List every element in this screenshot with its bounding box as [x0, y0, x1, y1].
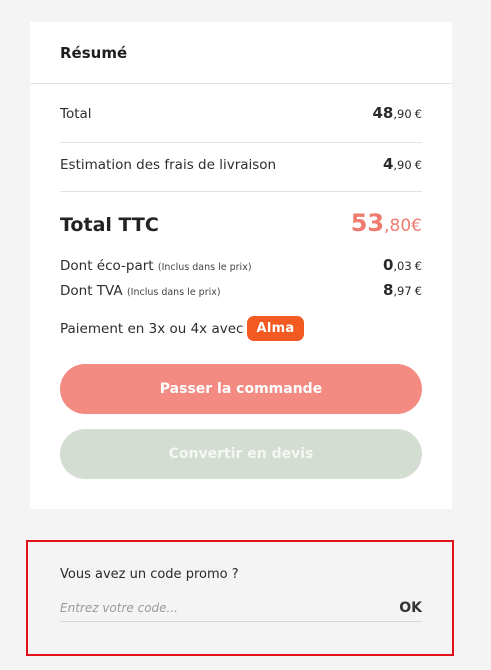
total-ttc-cents: ,80 — [384, 216, 412, 236]
eco-part-cents: ,03 — [393, 259, 412, 273]
total-amount-cents: ,90 — [393, 107, 412, 121]
tva-note: (Inclus dans le prix) — [126, 287, 221, 298]
eco-part-label: Dont éco-part — [60, 258, 154, 274]
tva-cents: ,97 — [393, 284, 412, 298]
shipping-amount: 4,90 € — [383, 155, 422, 173]
promo-code-input[interactable] — [60, 600, 360, 615]
tva-label: Dont TVA — [60, 283, 123, 299]
total-ttc-label: Total TTC — [60, 214, 159, 236]
promo-field: OK — [60, 594, 422, 622]
total-ttc-currency: € — [411, 216, 422, 236]
shipping-row: Estimation des frais de livraison 4,90 € — [60, 155, 422, 173]
eco-part-label-group: Dont éco-part (Inclus dans le prix) — [60, 258, 252, 274]
eco-part-note: (Inclus dans le prix) — [157, 262, 252, 273]
eco-part-row: Dont éco-part (Inclus dans le prix) 0,03… — [60, 256, 422, 274]
total-ttc-row: Total TTC 53,80€ — [60, 209, 422, 237]
eco-part-amount: 0,03 € — [383, 256, 422, 274]
total-label: Total — [60, 106, 92, 122]
summary-header: Résumé — [30, 22, 452, 84]
shipping-amount-int: 4 — [382, 155, 394, 173]
tva-label-group: Dont TVA (Inclus dans le prix) — [60, 283, 221, 299]
promo-ok-button[interactable]: OK — [399, 600, 422, 616]
total-amount: 48,90 € — [373, 104, 423, 122]
total-ttc-int: 53 — [350, 209, 385, 237]
total-ttc-amount: 53,80€ — [351, 209, 422, 237]
shipping-amount-currency: € — [414, 158, 422, 172]
alma-logo[interactable]: Alma — [247, 316, 304, 341]
summary-title: Résumé — [60, 43, 128, 62]
tva-currency: € — [414, 284, 422, 298]
tva-amount: 8,97 € — [383, 281, 422, 299]
tva-row: Dont TVA (Inclus dans le prix) 8,97 € — [60, 281, 422, 299]
convert-to-quote-button[interactable]: Convertir en devis — [60, 429, 422, 479]
payment-installments: Paiement en 3x ou 4x avec Alma — [60, 316, 304, 341]
eco-part-int: 0 — [382, 256, 394, 274]
shipping-amount-cents: ,90 — [393, 158, 412, 172]
summary-card: Résumé Total 48,90 € Estimation des frais… — [30, 22, 452, 509]
divider — [60, 142, 422, 143]
shipping-label: Estimation des frais de livraison — [60, 157, 277, 173]
promo-title: Vous avez un code promo ? — [60, 567, 239, 582]
total-amount-currency: € — [414, 107, 422, 121]
divider — [60, 191, 422, 192]
total-row: Total 48,90 € — [60, 104, 422, 122]
promo-code-section: Vous avez un code promo ? OK — [26, 540, 454, 656]
place-order-button[interactable]: Passer la commande — [60, 364, 422, 414]
payment-text: Paiement en 3x ou 4x avec — [60, 320, 244, 337]
tva-int: 8 — [382, 281, 394, 299]
eco-part-currency: € — [414, 259, 422, 273]
total-amount-int: 48 — [372, 104, 394, 122]
